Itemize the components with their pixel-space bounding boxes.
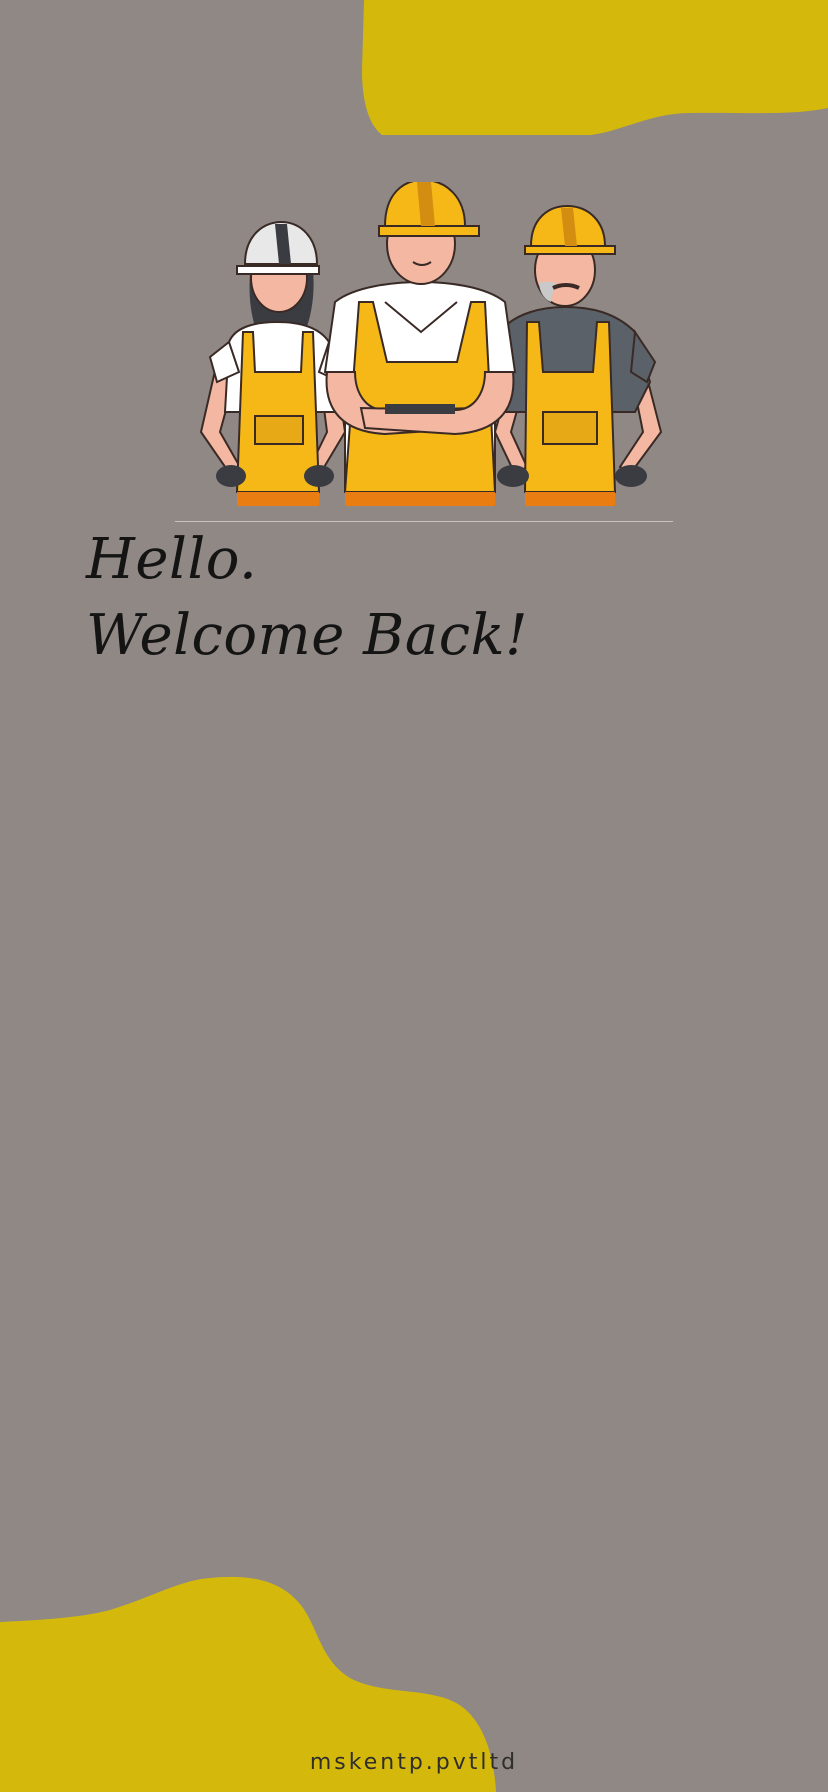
construction-workers-illustration (199, 182, 663, 506)
worker-right (493, 204, 663, 506)
company-footer-text: mskentp.pvtltd (309, 1750, 519, 1775)
greeting-line-hello: Hello. (86, 527, 258, 592)
greeting-line-welcome: Welcome Back! (86, 603, 529, 668)
welcome-heading: Hello. Welcome Back! (86, 522, 528, 674)
top-decorative-blob (362, 0, 828, 135)
worker-left (199, 220, 347, 506)
worker-center (323, 182, 517, 506)
welcome-screen: Hello. Welcome Back! mskentp.pvtltd (0, 0, 828, 1792)
